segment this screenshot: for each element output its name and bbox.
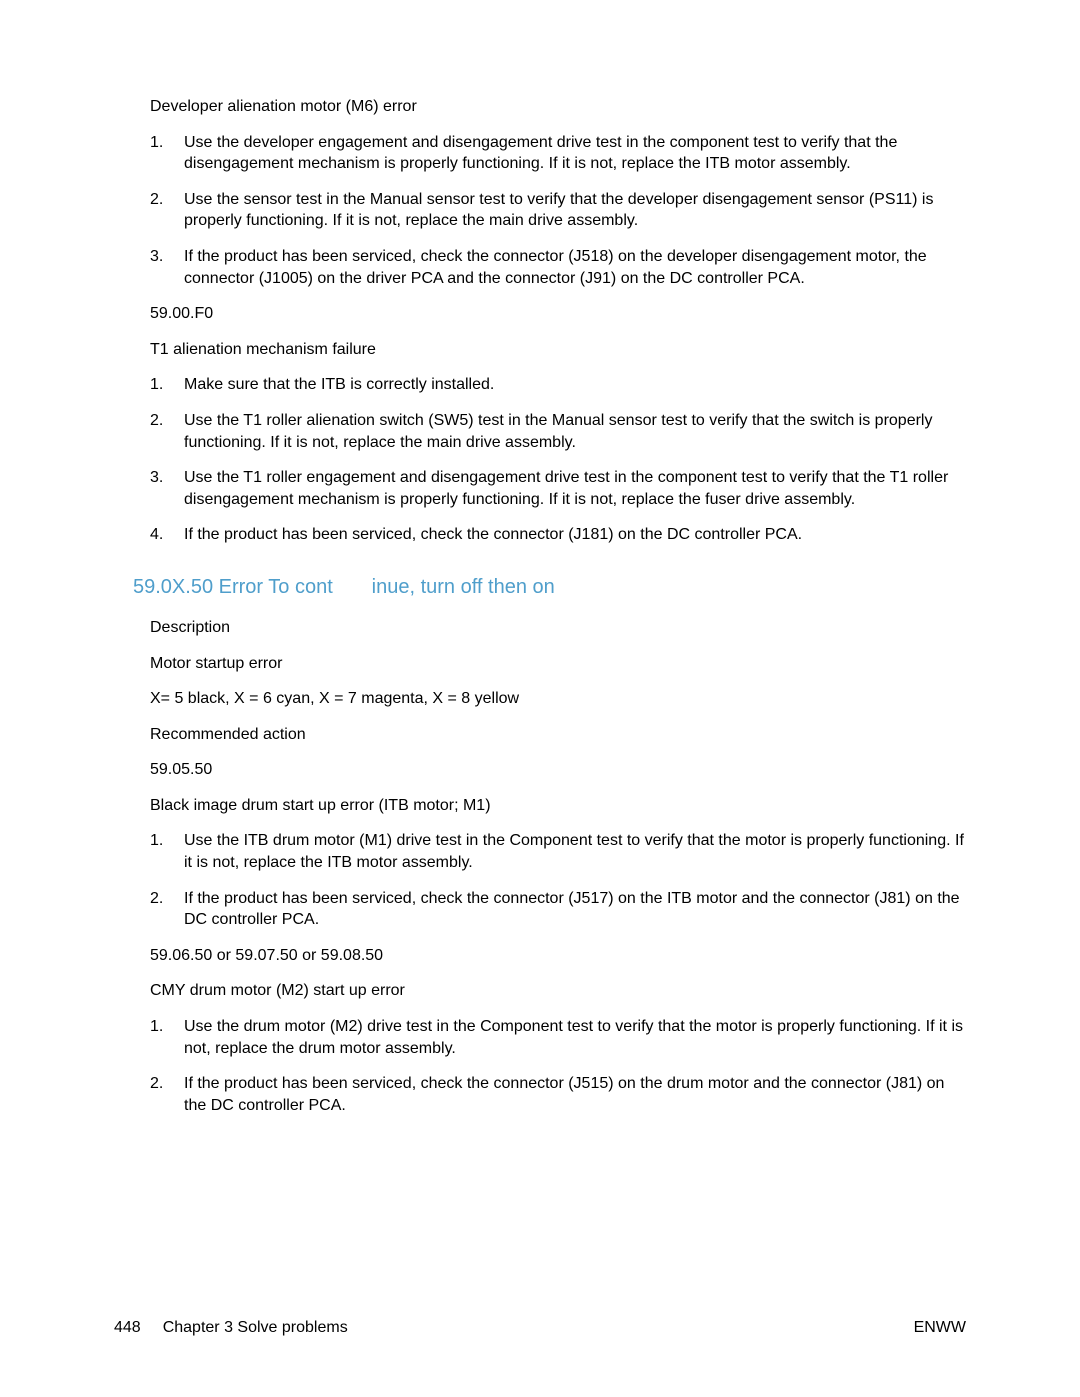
list-text: Use the ITB drum motor (M1) drive test i… (184, 830, 966, 873)
list-text: Use the T1 roller engagement and disenga… (184, 467, 966, 510)
list-item: 4.If the product has been serviced, chec… (150, 524, 966, 546)
list-item: 1.Make sure that the ITB is correctly in… (150, 374, 966, 396)
list-number: 2. (150, 410, 184, 453)
list-text: If the product has been serviced, check … (184, 1073, 966, 1116)
section4-code: 59.05.50 (150, 759, 966, 781)
list-item: 2.If the product has been serviced, chec… (150, 1073, 966, 1116)
list-item: 2.Use the sensor test in the Manual sens… (150, 189, 966, 232)
list-text: Use the T1 roller alienation switch (SW5… (184, 410, 966, 453)
footer-right: ENWW (914, 1319, 966, 1337)
list-number: 3. (150, 246, 184, 289)
description-codes: X= 5 black, X = 6 cyan, X = 7 magenta, X… (150, 688, 966, 710)
list-text: Use the drum motor (M2) drive test in th… (184, 1016, 966, 1059)
recommended-action-label: Recommended action (150, 724, 966, 746)
section5-code: 59.06.50 or 59.07.50 or 59.08.50 (150, 945, 966, 967)
list-text: Make sure that the ITB is correctly inst… (184, 374, 966, 396)
section4-list: 1.Use the ITB drum motor (M1) drive test… (150, 830, 966, 930)
list-number: 2. (150, 1073, 184, 1116)
list-number: 2. (150, 888, 184, 931)
page-number: 448 (114, 1319, 141, 1337)
list-number: 1. (150, 1016, 184, 1059)
list-item: 3.Use the T1 roller engagement and disen… (150, 467, 966, 510)
list-text: If the product has been serviced, check … (184, 888, 966, 931)
list-text: If the product has been serviced, check … (184, 524, 966, 546)
list-number: 1. (150, 830, 184, 873)
page-footer: 448 Chapter 3 Solve problems ENWW (114, 1319, 966, 1337)
section1-title: Developer alienation motor (M6) error (150, 96, 966, 118)
heading-error-59-0x-50: 59.0X.50 Error To cont inue, turn off th… (133, 576, 966, 599)
description-text: Motor startup error (150, 653, 966, 675)
list-number: 4. (150, 524, 184, 546)
list-number: 1. (150, 374, 184, 396)
main-content: Developer alienation motor (M6) error 1.… (150, 96, 966, 1116)
list-item: 3.If the product has been serviced, chec… (150, 246, 966, 289)
list-number: 2. (150, 189, 184, 232)
chapter-label: Chapter 3 Solve problems (163, 1319, 348, 1337)
section1-list: 1.Use the developer engagement and disen… (150, 132, 966, 290)
section4-title: Black image drum start up error (ITB mot… (150, 795, 966, 817)
list-text: Use the developer engagement and disenga… (184, 132, 966, 175)
section2-code: 59.00.F0 (150, 303, 966, 325)
section2-list: 1.Make sure that the ITB is correctly in… (150, 374, 966, 546)
list-item: 1.Use the drum motor (M2) drive test in … (150, 1016, 966, 1059)
page-body: Developer alienation motor (M6) error 1.… (0, 0, 1080, 1190)
footer-left: 448 Chapter 3 Solve problems (114, 1319, 348, 1337)
list-number: 1. (150, 132, 184, 175)
section2-title: T1 alienation mechanism failure (150, 339, 966, 361)
list-text: Use the sensor test in the Manual sensor… (184, 189, 966, 232)
list-item: 1.Use the ITB drum motor (M1) drive test… (150, 830, 966, 873)
list-text: If the product has been serviced, check … (184, 246, 966, 289)
section5-title: CMY drum motor (M2) start up error (150, 980, 966, 1002)
list-item: 1.Use the developer engagement and disen… (150, 132, 966, 175)
list-item: 2.If the product has been serviced, chec… (150, 888, 966, 931)
list-number: 3. (150, 467, 184, 510)
list-item: 2.Use the T1 roller alienation switch (S… (150, 410, 966, 453)
section5-list: 1.Use the drum motor (M2) drive test in … (150, 1016, 966, 1116)
description-label: Description (150, 617, 966, 639)
